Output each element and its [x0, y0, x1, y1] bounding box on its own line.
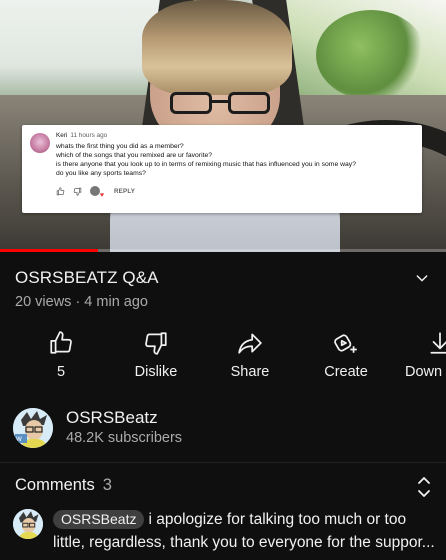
channel-avatar[interactable]: W — [13, 408, 53, 448]
share-label: Share — [230, 364, 270, 380]
download-button[interactable]: Down — [405, 330, 446, 386]
dislike-label: Dislike — [134, 364, 178, 380]
like-button[interactable]: 5 — [40, 330, 82, 386]
glasses — [170, 92, 270, 116]
overlay-comment-actions: REPLY — [56, 186, 414, 200]
action-bar: 5 Dislike Share Create Down — [0, 330, 446, 386]
overlay-comment-time: 11 hours ago — [70, 132, 108, 139]
person-hair — [142, 0, 292, 95]
comment-text-line2: little, regardless, thank you to everyon… — [53, 534, 435, 551]
video-player[interactable]: Keri 11 hours ago whats the first thing y… — [0, 0, 446, 252]
thumbs-up-icon — [56, 186, 65, 195]
svg-text:W: W — [16, 436, 22, 443]
create-button[interactable]: Create — [318, 330, 374, 386]
creator-heart-icon — [90, 186, 104, 200]
share-button[interactable]: Share — [222, 330, 278, 386]
thumbs-down-icon — [145, 332, 167, 355]
video-title[interactable]: OSRSBEATZ Q&A — [15, 268, 159, 288]
channel-name[interactable]: OSRSBeatz — [66, 408, 158, 428]
overlay-comment-line: whats the first thing you did as a membe… — [56, 143, 184, 150]
section-divider — [0, 462, 446, 463]
comment-author-badge[interactable]: OSRSBeatz — [53, 510, 145, 529]
top-comment[interactable]: OSRSBeatz i apologize for talking too muc… — [53, 508, 438, 554]
progress-fill — [0, 249, 99, 252]
overlay-comment-line: is there anyone that you look up to in t… — [56, 161, 356, 168]
chevron-down-icon[interactable] — [414, 270, 430, 286]
comments-header[interactable]: Comments 3 — [15, 476, 112, 495]
comment-author-avatar[interactable] — [13, 509, 43, 539]
overlay-comment-card: Keri 11 hours ago whats the first thing y… — [22, 125, 422, 213]
dislike-button[interactable]: Dislike — [125, 330, 187, 386]
channel-row[interactable]: W OSRSBeatz 48.2K subscribers — [0, 404, 446, 454]
comments-count: 3 — [102, 476, 112, 494]
expand-collapse-icon[interactable] — [417, 474, 431, 500]
overlay-comment-author: Keri — [56, 132, 68, 139]
avatar-illustration: W — [13, 408, 53, 448]
subscriber-count: 48.2K subscribers — [66, 430, 183, 446]
like-count: 5 — [56, 364, 66, 380]
overlay-comment-line: do you like any sports teams? — [56, 170, 146, 177]
commenter-avatar — [30, 133, 50, 153]
create-label: Create — [324, 364, 368, 380]
video-progress-bar[interactable] — [0, 249, 446, 252]
share-icon — [238, 333, 262, 354]
download-label: Down — [405, 364, 443, 380]
overlay-reply-label: REPLY — [114, 187, 136, 195]
download-icon — [430, 332, 446, 354]
thumbs-up-icon — [50, 331, 72, 354]
comments-label: Comments — [15, 476, 95, 494]
overlay-comment-line: which of the songs that you remixed are … — [56, 152, 213, 159]
comment-text-line1: i apologize for talking too much or too — [148, 511, 407, 528]
thumbs-down-icon — [73, 187, 82, 196]
video-meta: 20 views · 4 min ago — [15, 294, 148, 310]
overlay-comment-header: Keri 11 hours ago — [56, 131, 414, 140]
avatar-illustration — [13, 509, 43, 539]
create-icon — [334, 334, 357, 353]
